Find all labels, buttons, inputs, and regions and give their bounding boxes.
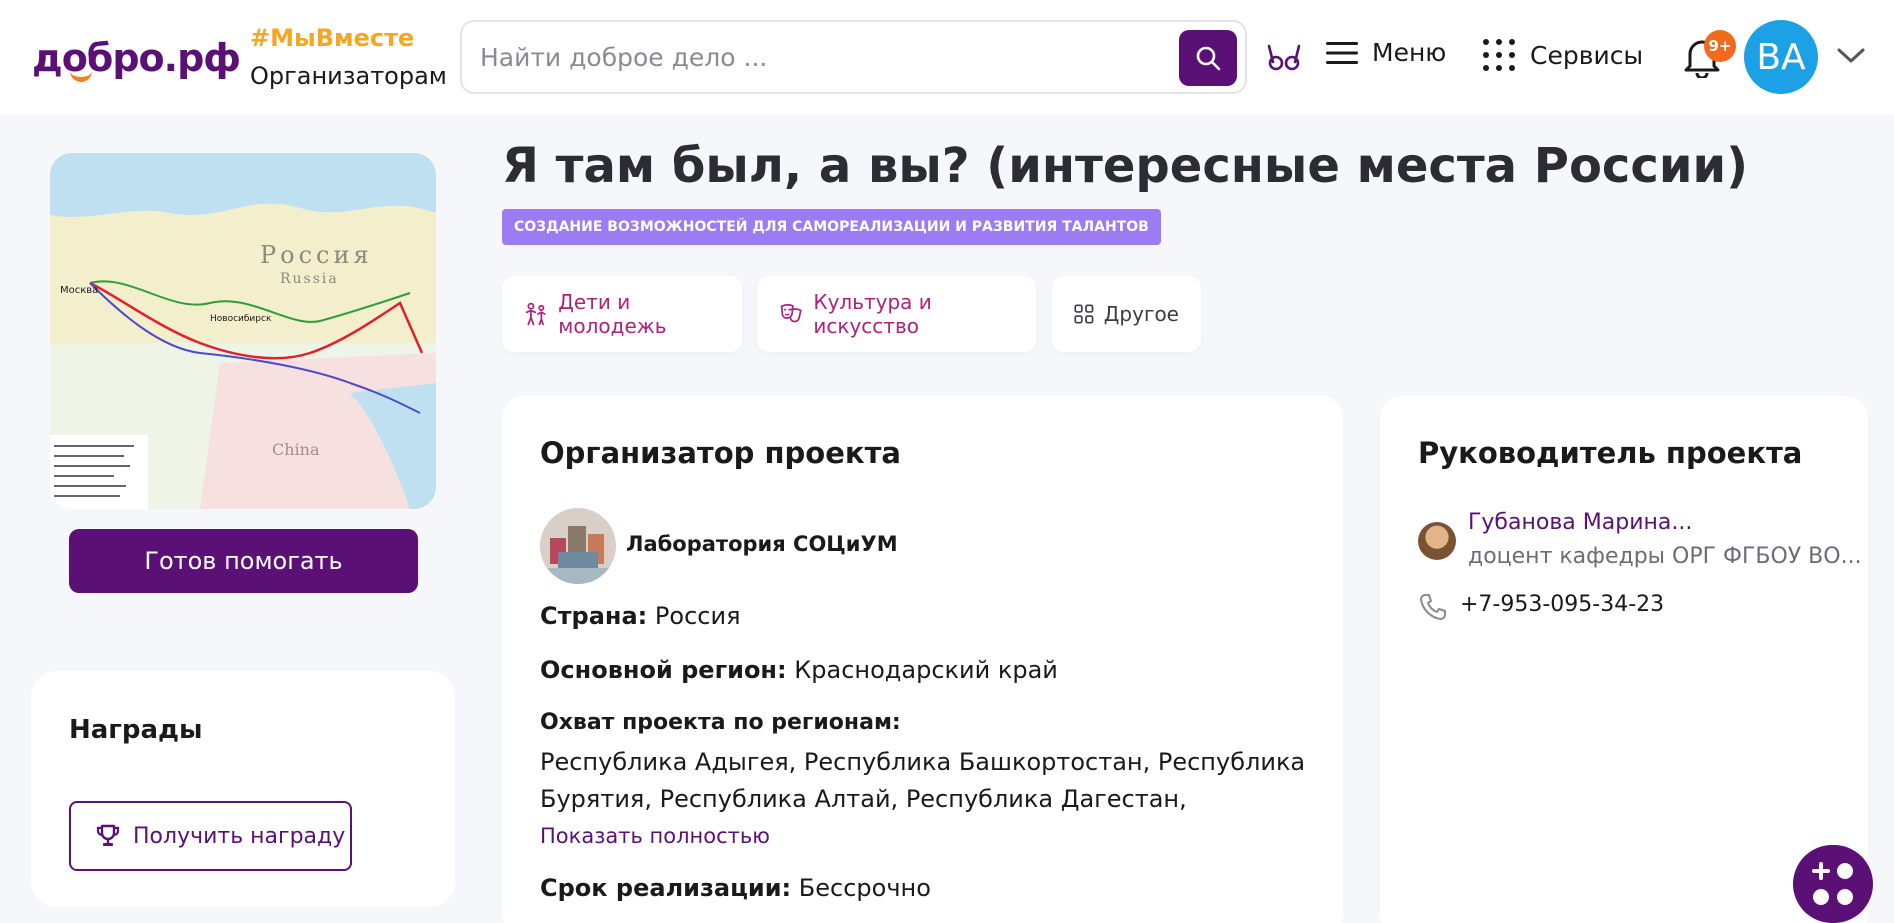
get-award-button[interactable]: Получить награду xyxy=(69,801,352,871)
country-label: Страна: xyxy=(540,602,648,630)
show-more-link[interactable]: Показать полностью xyxy=(540,824,770,848)
tag-other[interactable]: Другое xyxy=(1052,276,1201,352)
tag-label: Другое xyxy=(1103,302,1179,326)
country-row: Страна: Россия xyxy=(540,602,741,630)
search-icon xyxy=(1196,46,1221,71)
leader-name[interactable]: Губанова Марина... xyxy=(1468,510,1692,535)
region-row: Основной регион: Краснодарский край xyxy=(540,656,1058,684)
theater-masks-icon xyxy=(780,303,802,323)
russia-map-illustration: Россия Russia Москва Новосибирск China xyxy=(50,153,436,509)
region-label: Основной регион: xyxy=(540,656,787,684)
search-bar xyxy=(460,20,1247,94)
search-input[interactable] xyxy=(480,36,1120,78)
user-avatar[interactable]: ВА xyxy=(1744,20,1818,94)
category-badge: СОЗДАНИЕ ВОЗМОЖНОСТЕЙ ДЛЯ САМОРЕАЛИЗАЦИИ… xyxy=(502,209,1161,245)
leader-phone[interactable]: +7-953-095-34-23 xyxy=(1460,592,1664,617)
region-value: Краснодарский край xyxy=(794,656,1058,684)
tag-children-youth[interactable]: Дети и молодежь xyxy=(502,276,742,352)
leader-avatar[interactable] xyxy=(1418,522,1456,560)
leader-position: доцент кафедры ОРГ ФГБОУ ВО... xyxy=(1468,544,1862,569)
page-title: Я там был, а вы? (интересные места Росси… xyxy=(502,138,1749,194)
menu-label: Меню xyxy=(1372,38,1447,67)
map-label-china: China xyxy=(272,440,320,459)
organizer-logo-image xyxy=(540,508,616,584)
tag-label: Дети и молодежь xyxy=(558,290,667,338)
awards-title: Награды xyxy=(69,715,203,745)
plus-dots-icon xyxy=(1812,862,1853,905)
grid-squares-icon xyxy=(1074,304,1094,324)
project-leader-card: Руководитель проекта Губанова Марина... … xyxy=(1380,396,1868,923)
chevron-down-icon[interactable] xyxy=(1836,46,1866,66)
children-icon xyxy=(525,302,546,326)
hamburger-icon xyxy=(1326,41,1358,64)
tag-culture-art[interactable]: Культура и искусство xyxy=(757,276,1036,352)
country-value: Россия xyxy=(654,602,741,630)
term-label: Срок реализации: xyxy=(540,874,792,902)
project-map-image: Россия Russia Москва Новосибирск China xyxy=(50,153,436,509)
organizer-section-title: Организатор проекта xyxy=(540,436,901,470)
map-label-russia-en: Russia xyxy=(280,271,339,287)
coverage-label: Охват проекта по регионам: xyxy=(540,710,901,735)
organizer-logo[interactable] xyxy=(540,508,616,584)
grid-dots-icon xyxy=(1483,39,1515,71)
term-row: Срок реализации: Бессрочно xyxy=(540,874,931,902)
coverage-regions: Республика Адыгея, Республика Башкортост… xyxy=(540,748,1306,813)
hashtag-link[interactable]: #МыВместе xyxy=(250,24,414,52)
organizers-link[interactable]: Организаторам xyxy=(250,62,447,90)
ready-to-help-button[interactable]: Готов помогать xyxy=(69,529,418,593)
menu-button[interactable]: Меню xyxy=(1326,38,1446,67)
accessibility-glasses-icon[interactable] xyxy=(1266,42,1302,72)
logo[interactable]: добро.рф xyxy=(32,36,241,80)
map-label-novosibirsk: Новосибирск xyxy=(210,314,272,324)
awards-card: Награды Получить награду xyxy=(31,671,455,907)
organizer-card: Организатор проекта Лаборатория СОЦиУМ С… xyxy=(502,396,1343,923)
map-label-russia-ru: Россия xyxy=(260,241,373,269)
trophy-icon xyxy=(96,824,120,846)
search-button[interactable] xyxy=(1179,30,1237,86)
leader-section-title: Руководитель проекта xyxy=(1418,436,1803,470)
notifications-badge: 9+ xyxy=(1704,30,1736,62)
floating-action-button[interactable] xyxy=(1793,845,1873,923)
term-value: Бессрочно xyxy=(798,874,931,902)
services-button[interactable]: Сервисы xyxy=(1482,38,1643,72)
site-header: добро.рф #МыВместе Организаторам Меню xyxy=(0,0,1894,115)
organizer-name[interactable]: Лаборатория СОЦиУМ xyxy=(626,532,898,556)
phone-icon xyxy=(1420,594,1446,620)
logo-smile-icon xyxy=(70,70,92,82)
get-award-label: Получить награду xyxy=(133,823,346,849)
tag-label: Культура и искусство xyxy=(813,290,932,338)
services-label: Сервисы xyxy=(1530,40,1644,70)
map-label-moscow: Москва xyxy=(60,285,98,296)
